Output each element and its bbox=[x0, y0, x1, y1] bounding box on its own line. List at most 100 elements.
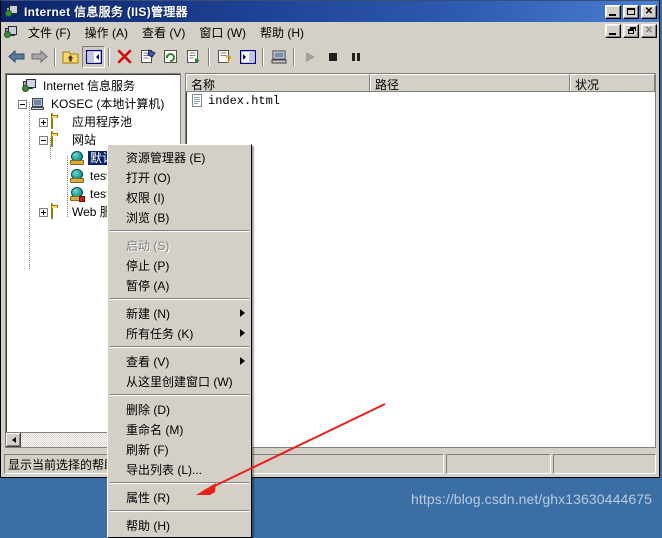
list-row-index-html[interactable]: index.html bbox=[186, 92, 655, 109]
context-menu-separator bbox=[110, 346, 249, 348]
context-menu-item-rename[interactable]: 重命名 (M) bbox=[108, 419, 251, 439]
pause-icon[interactable] bbox=[344, 46, 367, 68]
status-bar: 显示当前选择的帮助 bbox=[4, 454, 656, 474]
list-header: 名称 路径 状况 bbox=[186, 74, 655, 92]
tree-expander-minus[interactable] bbox=[39, 135, 48, 145]
column-header-path[interactable]: 路径 bbox=[370, 74, 570, 91]
stop-icon[interactable] bbox=[321, 46, 344, 68]
context-menu-separator bbox=[110, 510, 249, 512]
context-menu-item-delete[interactable]: 删除 (D) bbox=[108, 399, 251, 419]
folder-icon bbox=[51, 131, 67, 148]
tree-expander-minus[interactable] bbox=[18, 99, 27, 109]
context-menu-item-start: 启动 (S) bbox=[126, 238, 170, 253]
show-hide-console-tree-icon[interactable] bbox=[82, 45, 105, 68]
window-controls: ✕ bbox=[605, 4, 657, 19]
refresh-icon[interactable] bbox=[159, 46, 182, 68]
context-menu-separator bbox=[110, 298, 249, 300]
context-menu[interactable]: 资源管理器 (E) 打开 (O) 权限 (I) 浏览 (B) 启动 (S) 停止… bbox=[107, 144, 252, 538]
toolbar-separator bbox=[293, 47, 295, 66]
context-menu-item-open[interactable]: 打开 (O) bbox=[108, 167, 251, 187]
title-bar: Internet 信息服务 (IIS)管理器 ✕ bbox=[1, 1, 659, 22]
context-menu-separator bbox=[110, 230, 249, 232]
close-button[interactable]: ✕ bbox=[641, 4, 657, 19]
context-menu-item-new-window-from-here[interactable]: 从这里创建窗口 (W) bbox=[108, 371, 251, 391]
mdi-restore-button[interactable] bbox=[623, 24, 639, 38]
context-menu-item-label: 新建 (N) bbox=[126, 306, 170, 321]
context-menu-item-new[interactable]: 新建 (N) bbox=[108, 303, 251, 323]
desktop-background: https://blog.csdn.net/ghx13630444675 Int… bbox=[0, 0, 662, 538]
properties-icon[interactable] bbox=[136, 46, 159, 68]
computer-icon bbox=[30, 96, 46, 112]
tree-expander bbox=[57, 172, 66, 181]
tree-expander-plus[interactable] bbox=[39, 117, 48, 127]
menu-item-window[interactable]: 窗口 (W) bbox=[192, 22, 253, 43]
tree-node-root[interactable]: Internet 信息服务 bbox=[9, 77, 180, 95]
window-title: Internet 信息服务 (IIS)管理器 bbox=[24, 5, 188, 19]
delete-icon[interactable] bbox=[113, 46, 136, 68]
tree-expander-plus[interactable] bbox=[39, 207, 48, 217]
context-menu-item-all-tasks[interactable]: 所有任务 (K) bbox=[108, 323, 251, 343]
status-bar-pane-3 bbox=[553, 454, 656, 474]
tree-expander bbox=[57, 190, 66, 199]
export-list-icon[interactable] bbox=[182, 46, 205, 68]
column-header-status[interactable]: 状况 bbox=[570, 74, 655, 91]
mdi-client-area: Internet 信息服务 KOSEC (本地计算机) 应用程序池 网站 tes… bbox=[1, 69, 659, 477]
context-menu-item-refresh[interactable]: 刷新 (F) bbox=[108, 439, 251, 459]
context-menu-item-properties[interactable]: 属性 (R) bbox=[108, 487, 251, 507]
tree-node-computer[interactable]: KOSEC (本地计算机) bbox=[9, 95, 180, 113]
iis-manager-window: Internet 信息服务 (IIS)管理器 ✕ 文件 (F) 操作 (A) 查… bbox=[0, 0, 660, 478]
context-menu-separator bbox=[110, 482, 249, 484]
toolbar-separator bbox=[262, 47, 264, 66]
html-document-icon bbox=[189, 93, 205, 109]
start-icon[interactable] bbox=[298, 46, 321, 68]
menu-item-view[interactable]: 查看 (V) bbox=[135, 22, 192, 43]
toolbar-separator bbox=[54, 47, 56, 66]
toolbar: ? bbox=[1, 44, 659, 70]
website-globe-icon bbox=[69, 168, 85, 184]
menu-item-file[interactable]: 文件 (F) bbox=[21, 22, 78, 43]
tree-node-label: Internet 信息服务 bbox=[43, 79, 136, 93]
computer-icon[interactable] bbox=[267, 46, 290, 68]
iis-server-icon bbox=[22, 78, 38, 94]
mdi-child-controls: ✕ bbox=[605, 24, 657, 38]
watermark-text: https://blog.csdn.net/ghx13630444675 bbox=[410, 491, 652, 507]
iis-server-icon bbox=[4, 4, 20, 20]
menu-item-action[interactable]: 操作 (A) bbox=[78, 22, 135, 43]
new-window-icon[interactable] bbox=[236, 46, 259, 68]
context-menu-item-pause[interactable]: 暂停 (A) bbox=[108, 275, 251, 295]
website-globe-stopped-icon bbox=[69, 186, 85, 202]
up-one-level-icon[interactable] bbox=[59, 46, 82, 68]
context-menu-item-explore[interactable]: 资源管理器 (E) bbox=[108, 147, 251, 167]
tree-node-label: 应用程序池 bbox=[72, 115, 133, 129]
menu-bar: 文件 (F) 操作 (A) 查看 (V) 窗口 (W) 帮助 (H) ✕ bbox=[1, 22, 659, 44]
context-menu-item-export-list[interactable]: 导出列表 (L)... bbox=[108, 459, 251, 479]
back-icon[interactable] bbox=[5, 46, 28, 68]
tree-node-label: 网站 bbox=[72, 133, 97, 147]
mdi-close-button[interactable]: ✕ bbox=[641, 24, 657, 38]
scroll-left-button[interactable] bbox=[6, 433, 21, 447]
toolbar-separator bbox=[108, 47, 110, 66]
mdi-child-icon[interactable] bbox=[3, 25, 19, 41]
context-menu-item-label: 查看 (V) bbox=[126, 354, 170, 369]
context-menu-item-view[interactable]: 查看 (V) bbox=[108, 351, 251, 371]
context-menu-item-permissions[interactable]: 权限 (I) bbox=[108, 187, 251, 207]
context-menu-item-browse[interactable]: 浏览 (B) bbox=[108, 207, 251, 227]
help-icon[interactable]: ? bbox=[213, 46, 236, 68]
maximize-button[interactable] bbox=[623, 4, 639, 19]
minimize-button[interactable] bbox=[605, 4, 621, 19]
context-menu-item-stop[interactable]: 停止 (P) bbox=[108, 255, 251, 275]
folder-icon bbox=[51, 203, 67, 220]
toolbar-separator bbox=[208, 47, 210, 66]
svg-text:?: ? bbox=[225, 54, 232, 64]
website-globe-icon bbox=[69, 150, 85, 166]
forward-icon[interactable] bbox=[28, 46, 51, 68]
column-header-name[interactable]: 名称 bbox=[186, 74, 370, 91]
menu-item-help[interactable]: 帮助 (H) bbox=[253, 22, 311, 43]
context-menu-item-help[interactable]: 帮助 (H) bbox=[108, 515, 251, 535]
tree-node-label: KOSEC (本地计算机) bbox=[51, 97, 165, 111]
mdi-minimize-button[interactable] bbox=[605, 24, 621, 38]
tree-node-app-pools[interactable]: 应用程序池 bbox=[9, 113, 180, 131]
chevron-right-icon bbox=[240, 309, 245, 317]
results-list-pane[interactable]: 名称 路径 状况 index.html bbox=[185, 73, 656, 448]
status-bar-pane-2 bbox=[446, 454, 551, 474]
